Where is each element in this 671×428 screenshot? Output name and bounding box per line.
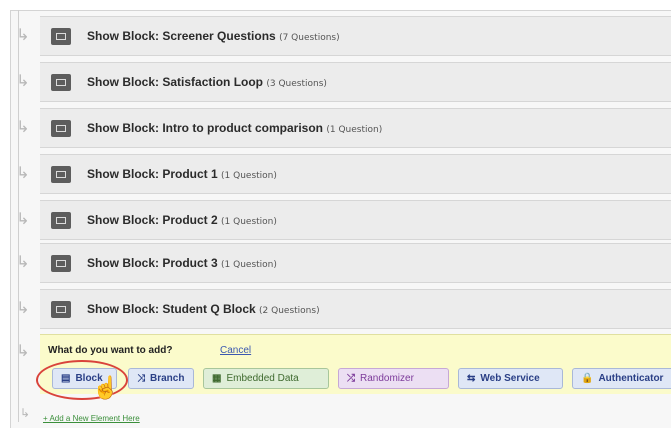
block-title: Show Block: Student Q Block (2 Questions… xyxy=(87,302,320,316)
flow-arrow-icon: ↳ xyxy=(16,211,30,228)
add-new-element-link[interactable]: + Add a New Element Here xyxy=(43,414,140,423)
flow-arrow-icon: ↳ xyxy=(16,254,30,271)
flow-arrow-icon: ↳ xyxy=(16,343,30,360)
flow-block-row[interactable]: ↳ Show Block: Product 1 (1 Question) xyxy=(16,154,671,194)
block-icon xyxy=(51,255,71,272)
block-icon xyxy=(51,301,71,318)
cancel-link[interactable]: Cancel xyxy=(220,345,251,356)
shuffle-icon: ⤮ xyxy=(347,373,355,384)
block-icon xyxy=(51,74,71,91)
block-title: Show Block: Satisfaction Loop (3 Questio… xyxy=(87,75,327,89)
add-web-service-button[interactable]: ⇆ Web Service xyxy=(458,368,563,389)
flow-arrow-icon: ↳ xyxy=(20,406,31,420)
lock-icon: 🔒 xyxy=(581,373,594,384)
flow-block-row[interactable]: ↳ Show Block: Product 3 (1 Question) xyxy=(16,243,671,283)
add-randomizer-button[interactable]: ⤮ Randomizer xyxy=(338,368,449,389)
flow-block-row[interactable]: ↳ Show Block: Screener Questions (7 Ques… xyxy=(16,16,671,56)
add-authenticator-button[interactable]: 🔒 Authenticator xyxy=(572,368,671,389)
block-title: Show Block: Product 3 (1 Question) xyxy=(87,256,277,270)
flow-block-row[interactable]: ↳ Show Block: Intro to product compariso… xyxy=(16,108,671,148)
add-prompt: What do you want to add? xyxy=(48,345,173,356)
block-title: Show Block: Screener Questions (7 Questi… xyxy=(87,29,340,43)
web-service-icon: ⇆ xyxy=(467,373,476,384)
add-element-panel: ↳ What do you want to add? Cancel ▤ Block… xyxy=(16,334,671,394)
add-branch-button[interactable]: ⤨ Branch xyxy=(128,368,194,389)
block-icon xyxy=(51,166,71,183)
block-title: Show Block: Product 2 (1 Question) xyxy=(87,213,277,227)
flow-arrow-icon: ↳ xyxy=(16,119,30,136)
flow-arrow-icon: ↳ xyxy=(16,165,30,182)
flow-block-row[interactable]: ↳ Show Block: Student Q Block (2 Questio… xyxy=(16,289,671,329)
flow-arrow-icon: ↳ xyxy=(16,73,30,90)
block-title: Show Block: Intro to product comparison … xyxy=(87,121,383,135)
branch-icon: ⤨ xyxy=(137,373,145,384)
hand-pointer-icon: ☝ xyxy=(92,375,120,400)
embedded-data-icon: ▦ xyxy=(212,373,222,384)
flow-block-row[interactable]: ↳ Show Block: Satisfaction Loop (3 Quest… xyxy=(16,62,671,102)
flow-arrow-icon: ↳ xyxy=(16,27,30,44)
block-icon xyxy=(51,212,71,229)
flow-block-row[interactable]: ↳ Show Block: Product 2 (1 Question) xyxy=(16,200,671,240)
block-title: Show Block: Product 1 (1 Question) xyxy=(87,167,277,181)
block-icon xyxy=(51,120,71,137)
add-embedded-data-button[interactable]: ▦ Embedded Data xyxy=(203,368,329,389)
block-icon xyxy=(51,28,71,45)
flow-arrow-icon: ↳ xyxy=(16,300,30,317)
